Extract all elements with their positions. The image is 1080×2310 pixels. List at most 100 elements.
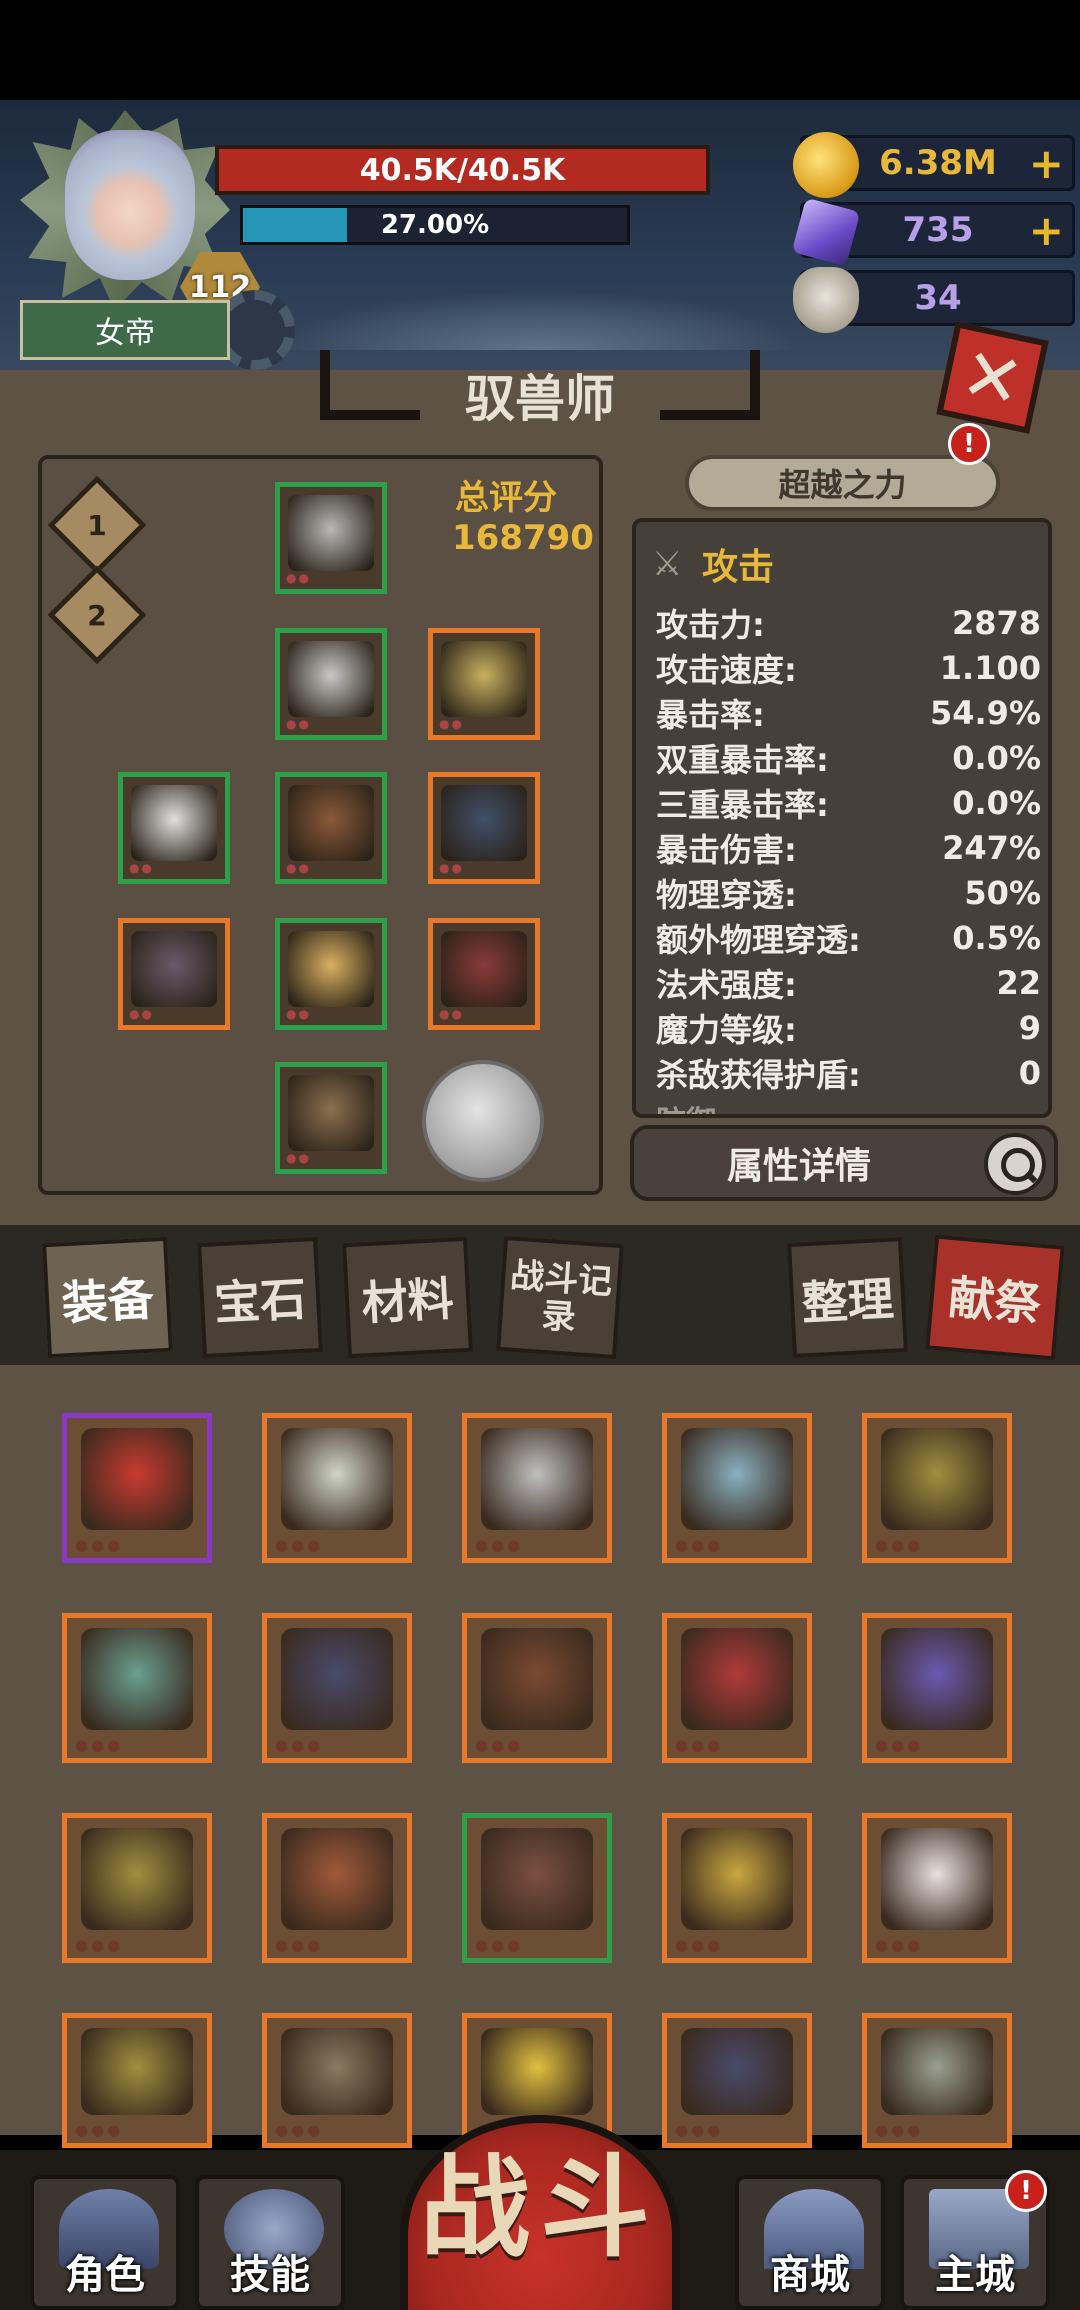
gem-socket-dots: ●●●: [275, 1936, 324, 1954]
equipped-bracer-slot[interactable]: ●●: [428, 628, 540, 740]
page-title: 驭兽师: [465, 370, 615, 428]
sort-button[interactable]: 整理: [787, 1237, 908, 1358]
gold-helmet-icon: [881, 1428, 993, 1530]
gem-socket-dots: ●●●: [275, 1536, 324, 1554]
nav-shop-label: 商城: [770, 2252, 850, 2298]
gem-socket-dots: ●●●: [675, 1736, 724, 1754]
purple-belt-icon: [881, 1628, 993, 1730]
loadout-2-label: 2: [87, 598, 107, 632]
flower-necklace-icon: [481, 2028, 593, 2115]
stat-value: 9: [1018, 1008, 1041, 1047]
equipped-gauntlets-slot[interactable]: ●●: [275, 918, 387, 1030]
magnifier-icon: [984, 1133, 1046, 1195]
xp-bar: 27.00%: [240, 205, 630, 245]
gem-socket-dots: ●●●: [675, 1536, 724, 1554]
nav-skills-button[interactable]: 技能: [195, 2175, 345, 2310]
inventory-item[interactable]: ●●●: [462, 1813, 612, 1963]
crystal-value: 735: [902, 210, 974, 250]
tab-materials[interactable]: 材料: [342, 1236, 473, 1359]
score-label: 总评分: [455, 478, 557, 518]
nav-role-button[interactable]: 角色: [30, 2175, 180, 2310]
inventory-item[interactable]: ●●●: [262, 1413, 412, 1563]
gem-socket-dots: ●●●: [75, 2121, 124, 2139]
purple-crystal-icon: [791, 197, 861, 267]
equipped-helmet-slot[interactable]: ●●: [275, 482, 387, 594]
transcend-power-button[interactable]: 超越之力: [685, 455, 1000, 511]
leather-boots-icon: [481, 1628, 593, 1730]
battle-button[interactable]: 战斗: [400, 2115, 680, 2310]
inventory-item[interactable]: ●●●: [62, 1413, 212, 1563]
gem-socket-dots: ●●: [439, 1007, 464, 1021]
tab-equipment[interactable]: 装备: [42, 1236, 173, 1359]
equipped-bow-slot[interactable]: ●●: [118, 918, 230, 1030]
stat-value: 22: [996, 963, 1041, 1002]
stats-box[interactable]: ⚔ 攻击 攻击力: 2878 攻击速度: 1.100 暴击率: 54.9% 双重暴击率: 0.…: [632, 518, 1052, 1118]
leather-pants-icon: [481, 1828, 593, 1930]
equipped-belt-slot[interactable]: ●●: [275, 772, 387, 884]
tab-gems[interactable]: 宝石: [197, 1236, 323, 1359]
tab-battle-log[interactable]: 战斗记录: [496, 1235, 624, 1360]
cloth-pants-icon: [281, 2028, 393, 2115]
red-skirt-icon: [81, 1428, 193, 1530]
sacrifice-button[interactable]: 献祭: [925, 1234, 1065, 1361]
gem-socket-dots: ●●●: [675, 2121, 724, 2139]
stat-value: 54.9%: [929, 693, 1041, 732]
boots-item-icon: [288, 1075, 374, 1151]
inventory-item[interactable]: ●●●: [662, 1613, 812, 1763]
gold-helmet-icon: [81, 1828, 193, 1930]
nav-shop-button[interactable]: 商城: [735, 2175, 885, 2310]
gem-socket-dots: ●●●: [475, 1536, 524, 1554]
stat-value: 0.0%: [952, 738, 1041, 777]
bracer-item-icon: [441, 641, 527, 717]
stat-row: 三重暴击率: 0.0%: [656, 780, 1041, 825]
claw-crossbow-icon: [881, 2028, 993, 2115]
gem-socket-dots: ●●●: [75, 1936, 124, 1954]
equipped-boots-slot[interactable]: ●●: [275, 1062, 387, 1174]
gold-plus-button[interactable]: +: [1029, 138, 1064, 188]
inventory-item[interactable]: ●●●: [862, 2013, 1012, 2148]
empty-slot-seal[interactable]: [422, 1060, 544, 1182]
stat-label: 物理穿透:: [656, 875, 797, 914]
necklace-item-icon: [441, 785, 527, 861]
inventory-item[interactable]: ●●●: [662, 2013, 812, 2148]
bow-item-icon: [131, 931, 217, 1007]
stat-value: 0.0%: [952, 783, 1041, 822]
equipped-shoulder-slot[interactable]: ●●: [118, 772, 230, 884]
inventory-item[interactable]: ●●●: [862, 1813, 1012, 1963]
gauntlets-item-icon: [288, 931, 374, 1007]
blue-crossbow-icon: [681, 1428, 793, 1530]
inventory-item[interactable]: ●●●: [862, 1413, 1012, 1563]
loadout-1-label: 1: [87, 508, 107, 542]
inventory-item[interactable]: ●●●: [262, 1813, 412, 1963]
gem-socket-dots: ●●●: [75, 1736, 124, 1754]
gold-coin-icon: [793, 132, 859, 198]
stat-row: 法术强度: 22: [656, 960, 1041, 1005]
equipped-crossbow-slot[interactable]: ●●: [428, 918, 540, 1030]
nav-skills-label: 技能: [230, 2252, 310, 2298]
inventory-item[interactable]: ●●●: [62, 1813, 212, 1963]
gem-socket-dots: ●●: [286, 1151, 311, 1165]
inventory-item[interactable]: ●●●: [262, 2013, 412, 2148]
inventory-item[interactable]: ●●●: [62, 1613, 212, 1763]
crossbow-icon: [281, 1428, 393, 1530]
player-title: 女帝: [20, 300, 230, 360]
inventory-item[interactable]: ●●●: [462, 1613, 612, 1763]
inventory-item[interactable]: ●●●: [462, 1413, 612, 1563]
attribute-details-button[interactable]: 属性详情: [630, 1125, 1058, 1201]
inventory-item[interactable]: ●●●: [662, 1413, 812, 1563]
equipped-armor-slot[interactable]: ●●: [275, 628, 387, 740]
demon-necklace-icon: [681, 2028, 793, 2115]
stat-row: 双重暴击率: 0.0%: [656, 735, 1041, 780]
inventory-item[interactable]: ●●●: [662, 1813, 812, 1963]
fur-hat-icon: [881, 1828, 993, 1930]
inventory-item[interactable]: ●●●: [262, 1613, 412, 1763]
stat-value: 0: [1018, 1053, 1041, 1092]
cowboy-hat-icon: [281, 1828, 393, 1930]
gem-socket-dots: ●●●: [875, 1536, 924, 1554]
close-button[interactable]: ✕: [936, 321, 1049, 434]
inventory-item[interactable]: ●●●: [862, 1613, 1012, 1763]
inventory-item[interactable]: ●●●: [62, 2013, 212, 2148]
header-mountains: [280, 290, 800, 350]
crystal-plus-button[interactable]: +: [1029, 205, 1064, 255]
equipped-necklace-slot[interactable]: ●●: [428, 772, 540, 884]
